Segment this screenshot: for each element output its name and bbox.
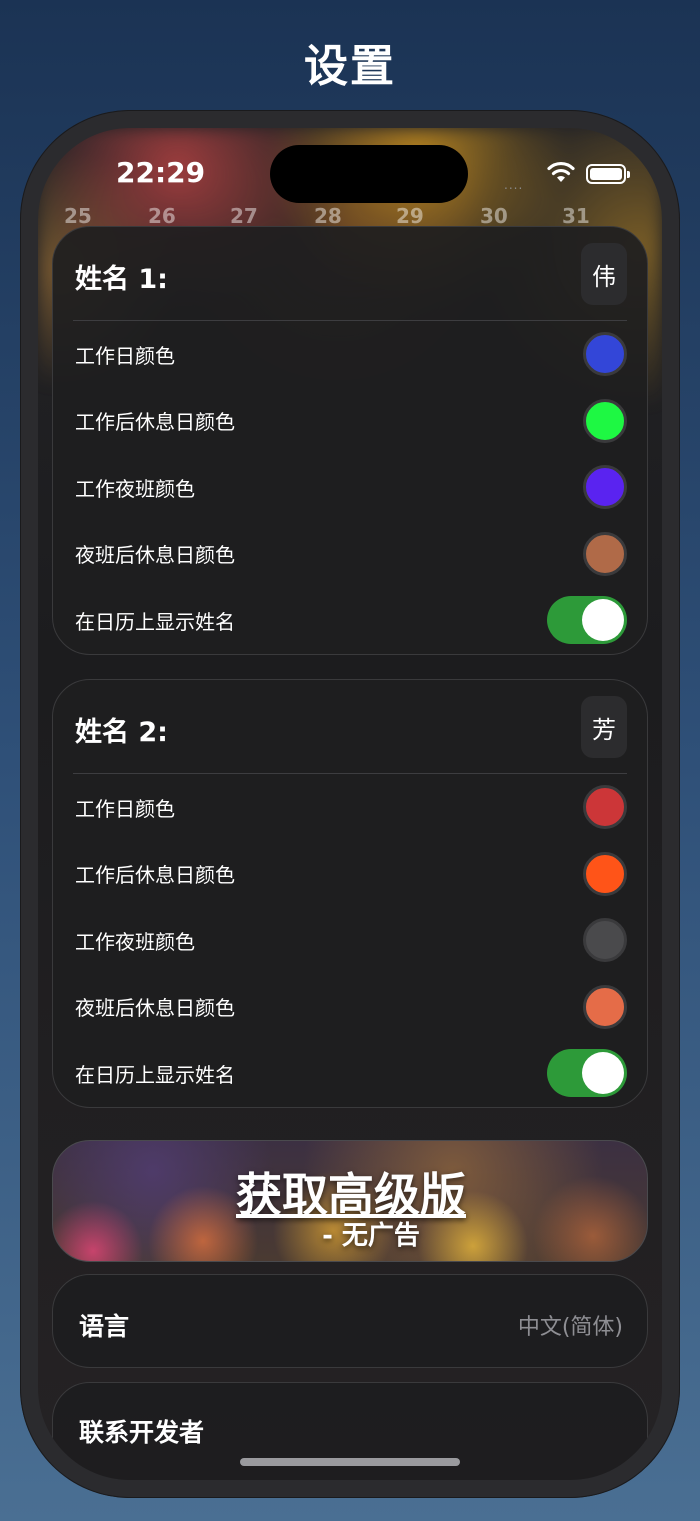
person2-title: 姓名 2: bbox=[75, 717, 168, 748]
color-swatch[interactable] bbox=[583, 398, 627, 443]
language-value: 中文(简体) bbox=[517, 1315, 623, 1340]
phone-frame: 22:29 .... 25 26 27 28 29 30 31 姓名 1: 伟 bbox=[20, 110, 680, 1498]
calendar-day: 27 bbox=[230, 204, 258, 228]
premium-subtitle: - 无广告 bbox=[322, 1221, 420, 1251]
color-swatch[interactable] bbox=[583, 785, 627, 830]
row-label: 工作日颜色 bbox=[75, 343, 175, 368]
page-title: 设置 bbox=[304, 41, 396, 92]
calendar-day: 28 bbox=[314, 204, 342, 228]
color-swatch[interactable] bbox=[583, 851, 627, 896]
calendar-day: 26 bbox=[148, 204, 176, 228]
person2-night-shift-color-row[interactable]: 工作夜班颜色 bbox=[73, 907, 627, 974]
row-label: 工作夜班颜色 bbox=[75, 476, 195, 501]
status-bar: 22:29 .... bbox=[38, 128, 662, 208]
show-name-toggle[interactable] bbox=[547, 596, 627, 645]
battery-full-icon bbox=[586, 164, 630, 184]
wifi-icon bbox=[547, 161, 575, 182]
person2-name-button[interactable]: 芳 bbox=[581, 696, 627, 758]
language-setting-row[interactable]: 语言 中文(简体) bbox=[52, 1274, 648, 1368]
color-swatch[interactable] bbox=[583, 332, 627, 377]
color-swatch[interactable] bbox=[583, 984, 627, 1029]
calendar-day: 31 bbox=[562, 204, 590, 228]
person2-workday-color-row[interactable]: 工作日颜色 bbox=[73, 774, 627, 841]
person1-card: 姓名 1: 伟 工作日颜色 工作后休息日颜色 工作夜班颜色 夜班后休息日颜色 在… bbox=[52, 226, 648, 655]
phone-screen: 22:29 .... 25 26 27 28 29 30 31 姓名 1: 伟 bbox=[38, 128, 662, 1480]
signal-icon: .... bbox=[504, 178, 524, 192]
row-label: 在日历上显示姓名 bbox=[75, 1062, 235, 1087]
row-label: 工作夜班颜色 bbox=[75, 929, 195, 954]
toggle-knob bbox=[582, 1052, 624, 1095]
color-swatch[interactable] bbox=[583, 531, 627, 576]
calendar-day: 25 bbox=[64, 204, 92, 228]
person2-header: 姓名 2: 芳 bbox=[73, 680, 627, 774]
language-label: 语言 bbox=[79, 1312, 130, 1341]
status-time: 22:29 bbox=[116, 156, 206, 189]
color-swatch[interactable] bbox=[583, 465, 627, 510]
contact-label: 联系开发者 bbox=[79, 1418, 205, 1447]
person2-rest-after-work-color-row[interactable]: 工作后休息日颜色 bbox=[73, 841, 627, 908]
row-label: 工作后休息日颜色 bbox=[75, 410, 235, 435]
row-label: 工作后休息日颜色 bbox=[75, 863, 235, 888]
row-label: 工作日颜色 bbox=[75, 796, 175, 821]
home-indicator[interactable] bbox=[240, 1458, 460, 1466]
row-label: 夜班后休息日颜色 bbox=[75, 996, 235, 1021]
toggle-knob bbox=[582, 599, 624, 642]
calendar-day: 30 bbox=[480, 204, 508, 228]
person1-rest-after-night-color-row[interactable]: 夜班后休息日颜色 bbox=[73, 521, 627, 588]
calendar-day: 29 bbox=[396, 204, 424, 228]
person1-show-name-row: 在日历上显示姓名 bbox=[73, 587, 627, 654]
person1-name-button[interactable]: 伟 bbox=[581, 243, 627, 305]
color-swatch[interactable] bbox=[583, 918, 627, 963]
person2-rest-after-night-color-row[interactable]: 夜班后休息日颜色 bbox=[73, 974, 627, 1041]
person1-header: 姓名 1: 伟 bbox=[73, 227, 627, 321]
person1-rest-after-work-color-row[interactable]: 工作后休息日颜色 bbox=[73, 388, 627, 455]
show-name-toggle[interactable] bbox=[547, 1049, 627, 1098]
person2-show-name-row: 在日历上显示姓名 bbox=[73, 1040, 627, 1107]
person1-night-shift-color-row[interactable]: 工作夜班颜色 bbox=[73, 454, 627, 521]
dynamic-island bbox=[270, 145, 468, 203]
person2-card: 姓名 2: 芳 工作日颜色 工作后休息日颜色 工作夜班颜色 夜班后休息日颜色 在… bbox=[52, 679, 648, 1108]
person1-title: 姓名 1: bbox=[75, 264, 168, 295]
row-label: 夜班后休息日颜色 bbox=[75, 543, 235, 568]
premium-banner-button[interactable]: 获取高级版 - 无广告 bbox=[52, 1140, 648, 1262]
person1-workday-color-row[interactable]: 工作日颜色 bbox=[73, 321, 627, 388]
row-label: 在日历上显示姓名 bbox=[75, 609, 235, 634]
